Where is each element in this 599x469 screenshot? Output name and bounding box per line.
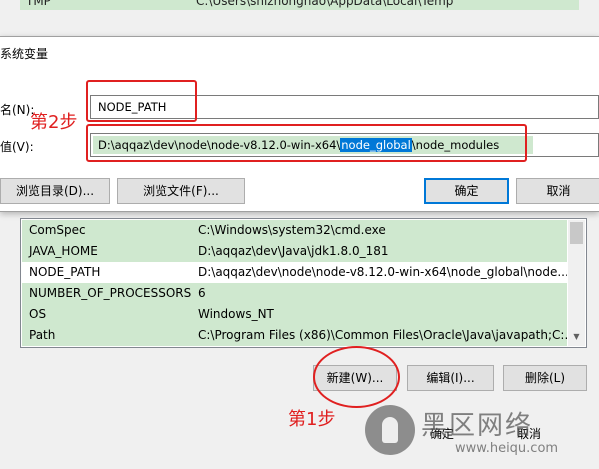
annotation-box-value bbox=[86, 124, 527, 162]
variable-value: D:\aqqaz\dev\Java\jdk1.8.0_181 bbox=[198, 244, 389, 258]
scrollbar-thumb[interactable] bbox=[570, 222, 583, 244]
variable-value: C:\Windows\system32\cmd.exe bbox=[198, 223, 386, 237]
table-row[interactable]: JAVA_HOME D:\aqqaz\dev\Java\jdk1.8.0_181 bbox=[22, 241, 567, 262]
variable-name: TMP bbox=[26, 0, 51, 8]
system-variables-list[interactable]: ComSpec C:\Windows\system32\cmd.exe JAVA… bbox=[20, 218, 587, 348]
variable-value: Windows_NT bbox=[198, 307, 274, 321]
screenshot: { "background_top": { "row_name": "TMP",… bbox=[0, 0, 599, 469]
watermark-url: www.heiqu.com bbox=[455, 441, 559, 456]
delete-variable-button[interactable]: 删除(L) bbox=[503, 365, 587, 391]
dialog-title: 系统变量 bbox=[0, 47, 49, 61]
annotation-step-1: 第1步 bbox=[288, 409, 336, 430]
vertical-scrollbar[interactable]: ▼ bbox=[568, 220, 585, 346]
watermark: 黑区网络 www.heiqu.com bbox=[365, 405, 599, 469]
annotation-step-2: 第2步 bbox=[30, 112, 78, 133]
table-row[interactable]: NUMBER_OF_PROCESSORS 6 bbox=[22, 283, 567, 304]
variable-value-label: 值(V): bbox=[0, 140, 34, 154]
variable-value: C:\Users\shizhonghao\AppData\Local\Temp bbox=[196, 0, 454, 8]
table-row[interactable]: OS Windows_NT bbox=[22, 304, 567, 325]
variable-name: Path bbox=[29, 328, 56, 342]
table-row[interactable]: Path C:\Program Files (x86)\Common Files… bbox=[22, 325, 567, 346]
variable-name: NUMBER_OF_PROCESSORS bbox=[29, 286, 192, 300]
variable-name: JAVA_HOME bbox=[29, 244, 98, 258]
browse-directory-button[interactable]: 浏览目录(D)... bbox=[0, 178, 110, 204]
table-row-selected[interactable]: NODE_PATH D:\aqqaz\dev\node\node-v8.12.0… bbox=[22, 262, 567, 283]
variable-value: C:\Program Files (x86)\Common Files\Orac… bbox=[198, 328, 567, 342]
background-variable-list: TMP C:\Users\shizhonghao\AppData\Local\T… bbox=[0, 0, 599, 34]
variable-name: ComSpec bbox=[29, 223, 86, 237]
annotation-box-name bbox=[86, 80, 197, 122]
list-item: TMP C:\Users\shizhonghao\AppData\Local\T… bbox=[20, 0, 579, 10]
annotation-circle-new bbox=[313, 346, 400, 408]
variable-name: OS bbox=[29, 307, 47, 321]
variable-name: NODE_PATH bbox=[29, 265, 101, 279]
cancel-button[interactable]: 取消 bbox=[516, 178, 599, 204]
variable-value: D:\aqqaz\dev\node\node-v8.12.0-win-x64\n… bbox=[198, 265, 567, 279]
edit-variable-button[interactable]: 编辑(I)... bbox=[407, 365, 494, 391]
watermark-title: 黑区网络 bbox=[421, 411, 534, 441]
variable-value: 6 bbox=[198, 286, 206, 300]
close-icon[interactable] bbox=[587, 37, 599, 67]
browse-file-button[interactable]: 浏览文件(F)... bbox=[117, 178, 245, 204]
scroll-down-arrow-icon[interactable]: ▼ bbox=[570, 332, 583, 344]
ok-button[interactable]: 确定 bbox=[424, 178, 509, 204]
watermark-logo-icon bbox=[365, 405, 415, 455]
table-row[interactable]: ComSpec C:\Windows\system32\cmd.exe bbox=[22, 220, 567, 241]
